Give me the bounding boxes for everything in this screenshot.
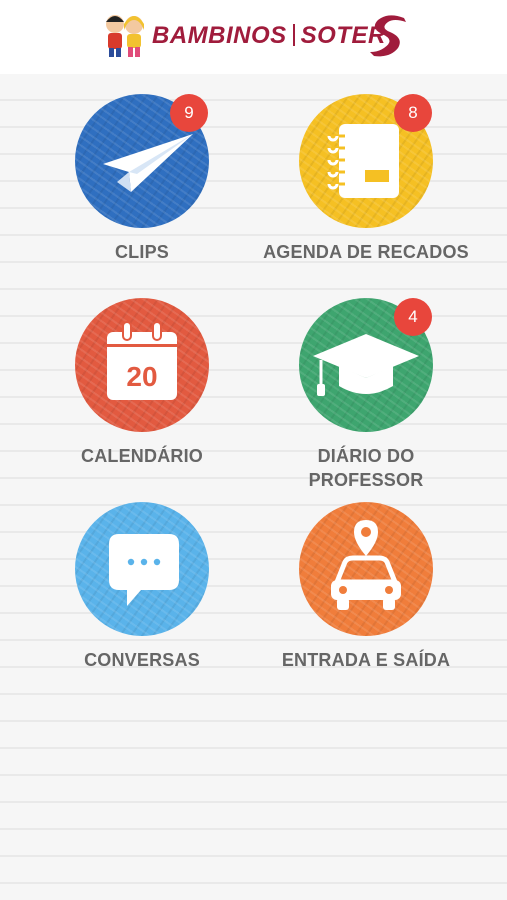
diario-badge: 4 — [394, 298, 432, 336]
menu-item-calendario[interactable]: 20 CALENDÁRIO — [27, 298, 257, 468]
car-location-icon — [331, 520, 401, 610]
app-header: BAMBINOS SOTER — [0, 0, 507, 74]
brand-left: BAMBINOS — [152, 22, 287, 49]
menu-item-clips[interactable]: 9 CLIPS — [27, 94, 257, 264]
soter-s-logo-icon — [370, 15, 406, 57]
brand-separator — [292, 24, 295, 46]
menu-item-agenda[interactable]: 8 AGENDA DE RECADOS — [251, 94, 481, 264]
agenda-label: AGENDA DE RECADOS — [263, 242, 469, 262]
chat-bubble-icon — [109, 534, 179, 606]
entrada-saida-circle — [299, 502, 433, 636]
entrada-saida-label: ENTRADA E SAÍDA — [281, 650, 451, 670]
menu-item-entrada-saida[interactable]: ENTRADA E SAÍDA — [251, 502, 481, 672]
calendar-icon: 20 — [107, 321, 177, 400]
conversas-circle — [75, 502, 209, 636]
kids-mascot-icon — [106, 15, 144, 57]
clips-label: CLIPS — [114, 242, 169, 262]
brand-name: BAMBINOS SOTER — [152, 22, 386, 50]
menu-item-conversas[interactable]: CONVERSAS — [27, 502, 257, 672]
calendario-label: CALENDÁRIO — [81, 446, 203, 466]
clips-badge: 9 — [170, 94, 208, 132]
diario-label: DIÁRIO DO PROFESSOR — [251, 444, 481, 492]
agenda-badge: 8 — [394, 94, 432, 132]
diario-label-line2: PROFESSOR — [308, 470, 424, 490]
menu-item-diario[interactable]: 4 DIÁRIO DO PROFESSOR — [251, 298, 481, 492]
conversas-label: CONVERSAS — [84, 650, 200, 670]
menu-grid: 9 CLIPS 8 AGENDA DE RECADOS 20 CALENDÁRI… — [0, 74, 507, 900]
calendar-day: 20 — [126, 361, 157, 392]
calendario-circle: 20 — [75, 298, 209, 432]
diario-label-line1: DIÁRIO DO — [317, 446, 415, 466]
